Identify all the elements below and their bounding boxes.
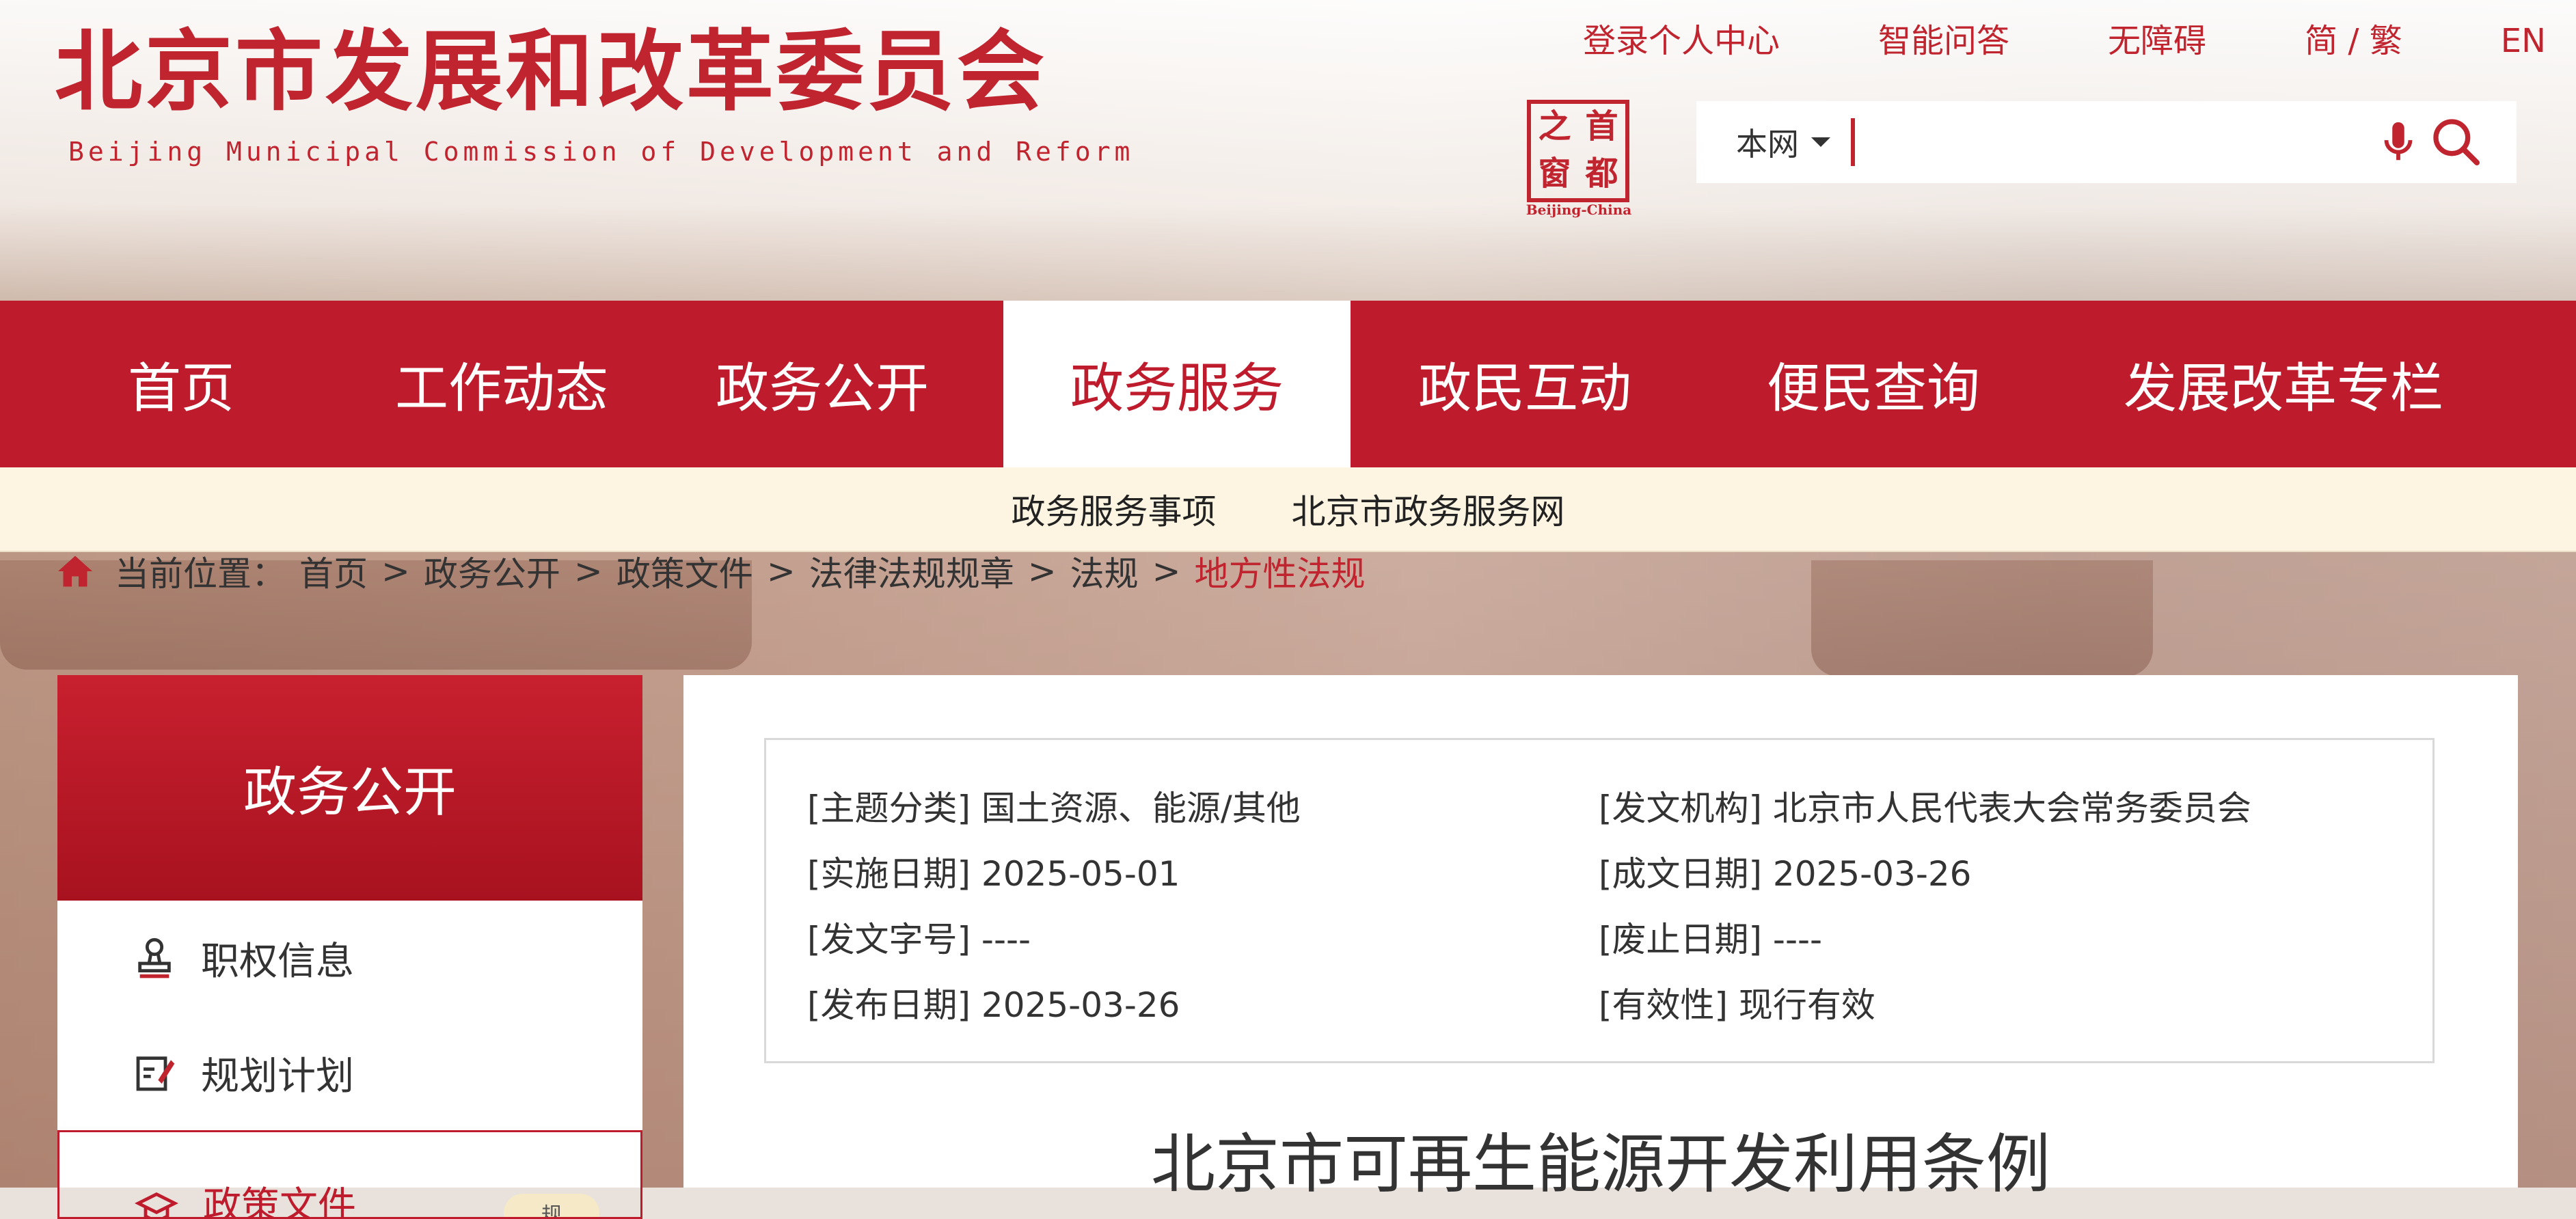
sidebar-title: 政务公开 xyxy=(57,675,642,901)
site-logo-subtitle: Beijing Municipal Commission of Developm… xyxy=(68,137,1135,167)
sidebar-item-label: 职权信息 xyxy=(201,939,354,984)
meta-value: 北京市人民代表大会常务委员会 xyxy=(1772,789,2251,828)
seal-char: 窗 xyxy=(1538,154,1571,193)
simplified-traditional-link[interactable]: 简 / 繁 xyxy=(2305,17,2402,65)
meta-written-date: [成文日期] 2025-03-26 xyxy=(1599,847,1972,896)
meta-value: ---- xyxy=(981,920,1031,959)
meta-topic: [主题分类] 国土资源、能源/其他 xyxy=(807,781,1301,830)
caret-down-icon xyxy=(1811,137,1830,147)
site-logo-title[interactable]: 北京市发展和改革委员会 xyxy=(55,24,1047,120)
sidebar-item-label: 政策文件 xyxy=(203,1184,356,1219)
search-bar: 本网 xyxy=(1696,101,2517,183)
meta-issuer: [发文机构] 北京市人民代表大会常务委员会 xyxy=(1599,781,2251,830)
graduation-cap-icon xyxy=(135,1192,178,1217)
nav-interaction[interactable]: 政民互动 xyxy=(1351,301,1699,467)
breadcrumb-separator: > xyxy=(1152,551,1181,591)
login-link[interactable]: 登录个人中心 xyxy=(1583,17,1780,65)
sidebar-item-authority-info[interactable]: 职权信息 xyxy=(57,901,642,1015)
seal-caption: Beijing-China xyxy=(1526,202,1632,218)
stamp-icon xyxy=(138,937,171,978)
search-scope-select[interactable]: 本网 xyxy=(1736,120,1830,165)
seal-char: 都 xyxy=(1585,154,1618,193)
sidebar-item-label: 规划计划 xyxy=(201,1054,354,1099)
main-nav: 首页 工作动态 政务公开 政务服务 政民互动 便民查询 发展改革专栏 xyxy=(0,301,2576,467)
sidebar-item-policy-docs[interactable]: 政策文件 规 xyxy=(57,1130,642,1219)
breadcrumb-separator: > xyxy=(381,551,410,591)
search-scope-label: 本网 xyxy=(1736,126,1799,163)
meta-value: 国土资源、能源/其他 xyxy=(981,789,1301,828)
text-cursor xyxy=(1851,118,1855,166)
breadcrumb-current[interactable]: 地方性法规 xyxy=(1195,547,1366,596)
breadcrumb-item[interactable]: 政策文件 xyxy=(616,547,753,596)
microphone-icon[interactable] xyxy=(2374,118,2422,166)
top-links: 登录个人中心 智能问答 无障碍 简 / 繁 EN xyxy=(1484,17,2546,65)
meta-publish-date: [发布日期] 2025-03-26 xyxy=(807,978,1180,1027)
meta-value: 2025-05-01 xyxy=(981,854,1180,894)
search-input[interactable] xyxy=(1862,124,2374,160)
meta-doc-number: [发文字号] ---- xyxy=(807,912,1031,961)
meta-value: 2025-03-26 xyxy=(981,985,1180,1025)
meta-validity: [有效性] 现行有效 xyxy=(1599,978,1875,1027)
document-meta-box: [主题分类] 国土资源、能源/其他 [发文机构] 北京市人民代表大会常务委员会 … xyxy=(764,738,2435,1063)
accessibility-link[interactable]: 无障碍 xyxy=(2108,17,2206,65)
meta-value: 现行有效 xyxy=(1738,985,1875,1025)
nav-convenience-query[interactable]: 便民查询 xyxy=(1699,301,2048,467)
meta-label: [发布日期] xyxy=(807,985,971,1025)
meta-value: ---- xyxy=(1772,920,1823,959)
meta-label: [发文机构] xyxy=(1599,789,1763,828)
nav-reform-column[interactable]: 发展改革专栏 xyxy=(2048,301,2519,467)
home-icon xyxy=(58,556,92,587)
breadcrumb: 当前位置： 首页 > 政务公开 > 政策文件 > 法律法规规章 > 法规 > 地… xyxy=(55,551,1366,594)
smart-qa-link[interactable]: 智能问答 xyxy=(1878,17,2009,65)
capital-window-seal-icon[interactable]: 之 首 窗 都 xyxy=(1527,100,1629,202)
meta-abolish-date: [废止日期] ---- xyxy=(1599,912,1822,961)
document-title: 北京市可再生能源开发利用条例 xyxy=(1150,1127,2050,1202)
sub-nav: 政务服务事项 北京市政务服务网 xyxy=(0,467,2576,552)
edit-doc-icon xyxy=(136,1056,175,1091)
english-link[interactable]: EN xyxy=(2501,17,2546,65)
sidebar-item-badge: 规 xyxy=(504,1194,599,1217)
meta-label: [主题分类] xyxy=(807,789,971,828)
nav-work-news[interactable]: 工作动态 xyxy=(362,301,641,467)
meta-effective-date: [实施日期] 2025-05-01 xyxy=(807,847,1180,896)
breadcrumb-item[interactable]: 法规 xyxy=(1070,547,1139,596)
search-icon[interactable] xyxy=(2429,115,2484,169)
breadcrumb-prefix: 当前位置： xyxy=(115,554,286,594)
seal-char: 首 xyxy=(1585,107,1618,146)
main-content: [主题分类] 国土资源、能源/其他 [发文机构] 北京市人民代表大会常务委员会 … xyxy=(683,675,2518,1202)
breadcrumb-separator: > xyxy=(1027,551,1057,591)
meta-label: [成文日期] xyxy=(1599,854,1763,894)
meta-value: 2025-03-26 xyxy=(1772,854,1972,894)
subnav-service-items[interactable]: 政务服务事项 xyxy=(1012,484,1217,534)
meta-label: [废止日期] xyxy=(1599,920,1763,959)
meta-label: [有效性] xyxy=(1599,985,1728,1025)
nav-home[interactable]: 首页 xyxy=(0,301,362,467)
breadcrumb-separator: > xyxy=(573,551,603,591)
seal-char: 之 xyxy=(1538,107,1571,146)
meta-label: [实施日期] xyxy=(807,854,971,894)
nav-gov-disclosure[interactable]: 政务公开 xyxy=(641,301,1003,467)
subnav-service-portal[interactable]: 北京市政务服务网 xyxy=(1292,484,1565,534)
nav-gov-services[interactable]: 政务服务 xyxy=(1003,301,1351,467)
breadcrumb-separator: > xyxy=(766,551,796,591)
meta-label: [发文字号] xyxy=(807,920,971,959)
background-roof xyxy=(1811,560,2153,676)
sidebar-item-plans[interactable]: 规划计划 xyxy=(57,1015,642,1130)
breadcrumb-item[interactable]: 政务公开 xyxy=(424,547,560,596)
sidebar-menu: 职权信息 规划计划 政策文件 规 xyxy=(57,901,642,1219)
breadcrumb-item[interactable]: 首页 xyxy=(299,547,368,596)
breadcrumb-item[interactable]: 法律法规规章 xyxy=(809,547,1014,596)
